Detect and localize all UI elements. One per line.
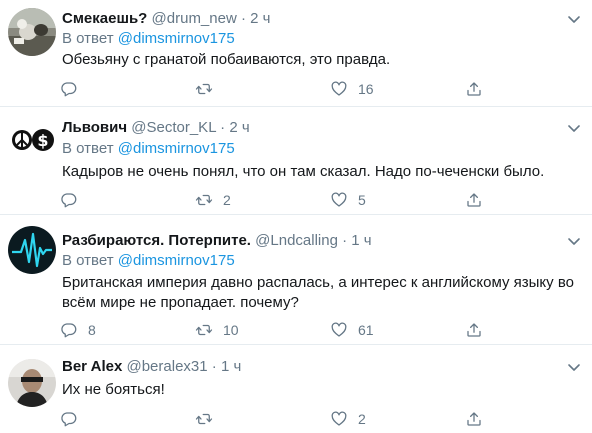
like-count: 5 [358, 192, 366, 208]
more-options-button[interactable] [566, 359, 582, 375]
tweet-header: Смекаешь? @drum_new · 2 ч [62, 9, 270, 29]
retweet-icon [195, 324, 213, 336]
tweet[interactable]: Смекаешь? @drum_new · 2 ч В ответ @dimsm… [0, 0, 592, 107]
share-button[interactable] [465, 409, 483, 429]
display-name[interactable]: Смекаешь? [62, 10, 147, 27]
reply-icon [61, 82, 77, 97]
mention-link[interactable]: @dimsmirnov175 [118, 140, 235, 157]
heart-icon [331, 322, 347, 337]
mention-link[interactable]: @dimsmirnov175 [118, 30, 235, 47]
tweet-actions: 2 [60, 409, 483, 429]
user-handle[interactable]: @Sector_KL [131, 119, 216, 136]
tweet-header: Ber Alex @beralex31 · 1 ч [62, 357, 241, 377]
retweet-count: 10 [223, 322, 239, 338]
retweet-icon [195, 413, 213, 425]
avatar[interactable] [8, 226, 56, 274]
chevron-down-icon [568, 125, 580, 132]
avatar[interactable]: $ [8, 115, 56, 163]
retweet-button[interactable]: 10 [195, 320, 239, 340]
like-button[interactable]: 16 [330, 79, 374, 99]
more-options-button[interactable] [566, 120, 582, 136]
reply-context: В ответ @dimsmirnov175 [62, 251, 235, 271]
tweet-actions: 16 [60, 79, 483, 99]
reply-prefix: В ответ [62, 140, 114, 157]
separator-dot: · [211, 358, 217, 375]
svg-text:$: $ [37, 131, 48, 150]
tweet-actions: 8 10 61 [60, 320, 483, 340]
retweet-button[interactable]: 2 [195, 190, 231, 210]
reply-count: 8 [88, 322, 96, 338]
like-button[interactable]: 2 [330, 409, 366, 429]
reply-button[interactable]: 8 [60, 320, 96, 340]
like-button[interactable]: 61 [330, 320, 374, 340]
chevron-down-icon [568, 364, 580, 371]
reply-icon [61, 323, 77, 338]
tweet[interactable]: Ber Alex @beralex31 · 1 ч Их не бояться!… [0, 345, 592, 433]
display-name[interactable]: Львович [62, 119, 127, 136]
like-count: 16 [358, 81, 374, 97]
tweet-text: Кадыров не очень понял, что он там сказа… [62, 163, 545, 180]
reply-icon [61, 412, 77, 427]
share-icon [467, 323, 481, 337]
mention-link[interactable]: @dimsmirnov175 [118, 252, 235, 269]
separator-dot: · [220, 119, 226, 136]
display-name[interactable]: Разбираются. Потерпите. [62, 232, 251, 249]
tweet-header: Львович @Sector_KL · 2 ч [62, 118, 250, 138]
timestamp[interactable]: 1 ч [221, 358, 241, 375]
tweet-text: Обезьяну с гранатой побаиваются, это пра… [62, 51, 391, 68]
avatar[interactable] [8, 8, 56, 56]
retweet-button[interactable] [195, 79, 223, 99]
peace-dollar-icon: $ [8, 115, 56, 163]
avatar[interactable] [8, 359, 56, 407]
share-button[interactable] [465, 190, 483, 210]
reply-prefix: В ответ [62, 252, 114, 269]
tweet-text: Британская империя давно распалась, а ин… [62, 274, 574, 311]
person-photo-icon [8, 359, 56, 407]
heart-icon [331, 81, 347, 96]
reply-context: В ответ @dimsmirnov175 [62, 139, 235, 159]
photo-avatar-icon [8, 8, 56, 56]
like-count: 61 [358, 322, 374, 338]
reply-prefix: В ответ [62, 30, 114, 47]
share-icon [467, 412, 481, 426]
timestamp[interactable]: 1 ч [351, 232, 371, 249]
retweet-icon [195, 194, 213, 206]
reply-context: В ответ @dimsmirnov175 [62, 29, 235, 49]
chevron-down-icon [568, 238, 580, 245]
timestamp[interactable]: 2 ч [229, 119, 249, 136]
tweet[interactable]: $ Львович @Sector_KL · 2 ч В ответ @dims… [0, 107, 592, 215]
reply-button[interactable] [60, 409, 88, 429]
timestamp[interactable]: 2 ч [250, 10, 270, 27]
waveform-icon [8, 226, 56, 274]
retweet-button[interactable] [195, 409, 223, 429]
user-handle[interactable]: @Lndcalling [255, 232, 338, 249]
more-options-button[interactable] [566, 233, 582, 249]
display-name[interactable]: Ber Alex [62, 358, 122, 375]
separator-dot: · [342, 232, 348, 249]
tweet-header: Разбираются. Потерпите. @Lndcalling · 1 … [62, 231, 372, 251]
share-button[interactable] [465, 79, 483, 99]
like-button[interactable]: 5 [330, 190, 366, 210]
tweet-actions: 2 5 [60, 190, 483, 210]
user-handle[interactable]: @drum_new [152, 10, 237, 27]
like-count: 2 [358, 411, 366, 427]
reply-button[interactable] [60, 190, 88, 210]
reply-icon [61, 193, 77, 208]
share-icon [467, 193, 481, 207]
share-button[interactable] [465, 320, 483, 340]
user-handle[interactable]: @beralex31 [126, 358, 207, 375]
retweet-icon [195, 83, 213, 95]
retweet-count: 2 [223, 192, 231, 208]
tweet-text: Их не бояться! [62, 381, 165, 398]
separator-dot: · [240, 10, 246, 27]
heart-icon [331, 192, 347, 207]
heart-icon [331, 411, 347, 426]
tweet[interactable]: Разбираются. Потерпите. @Lndcalling · 1 … [0, 215, 592, 345]
more-options-button[interactable] [566, 11, 582, 27]
chevron-down-icon [568, 16, 580, 23]
reply-button[interactable] [60, 79, 88, 99]
share-icon [467, 82, 481, 96]
